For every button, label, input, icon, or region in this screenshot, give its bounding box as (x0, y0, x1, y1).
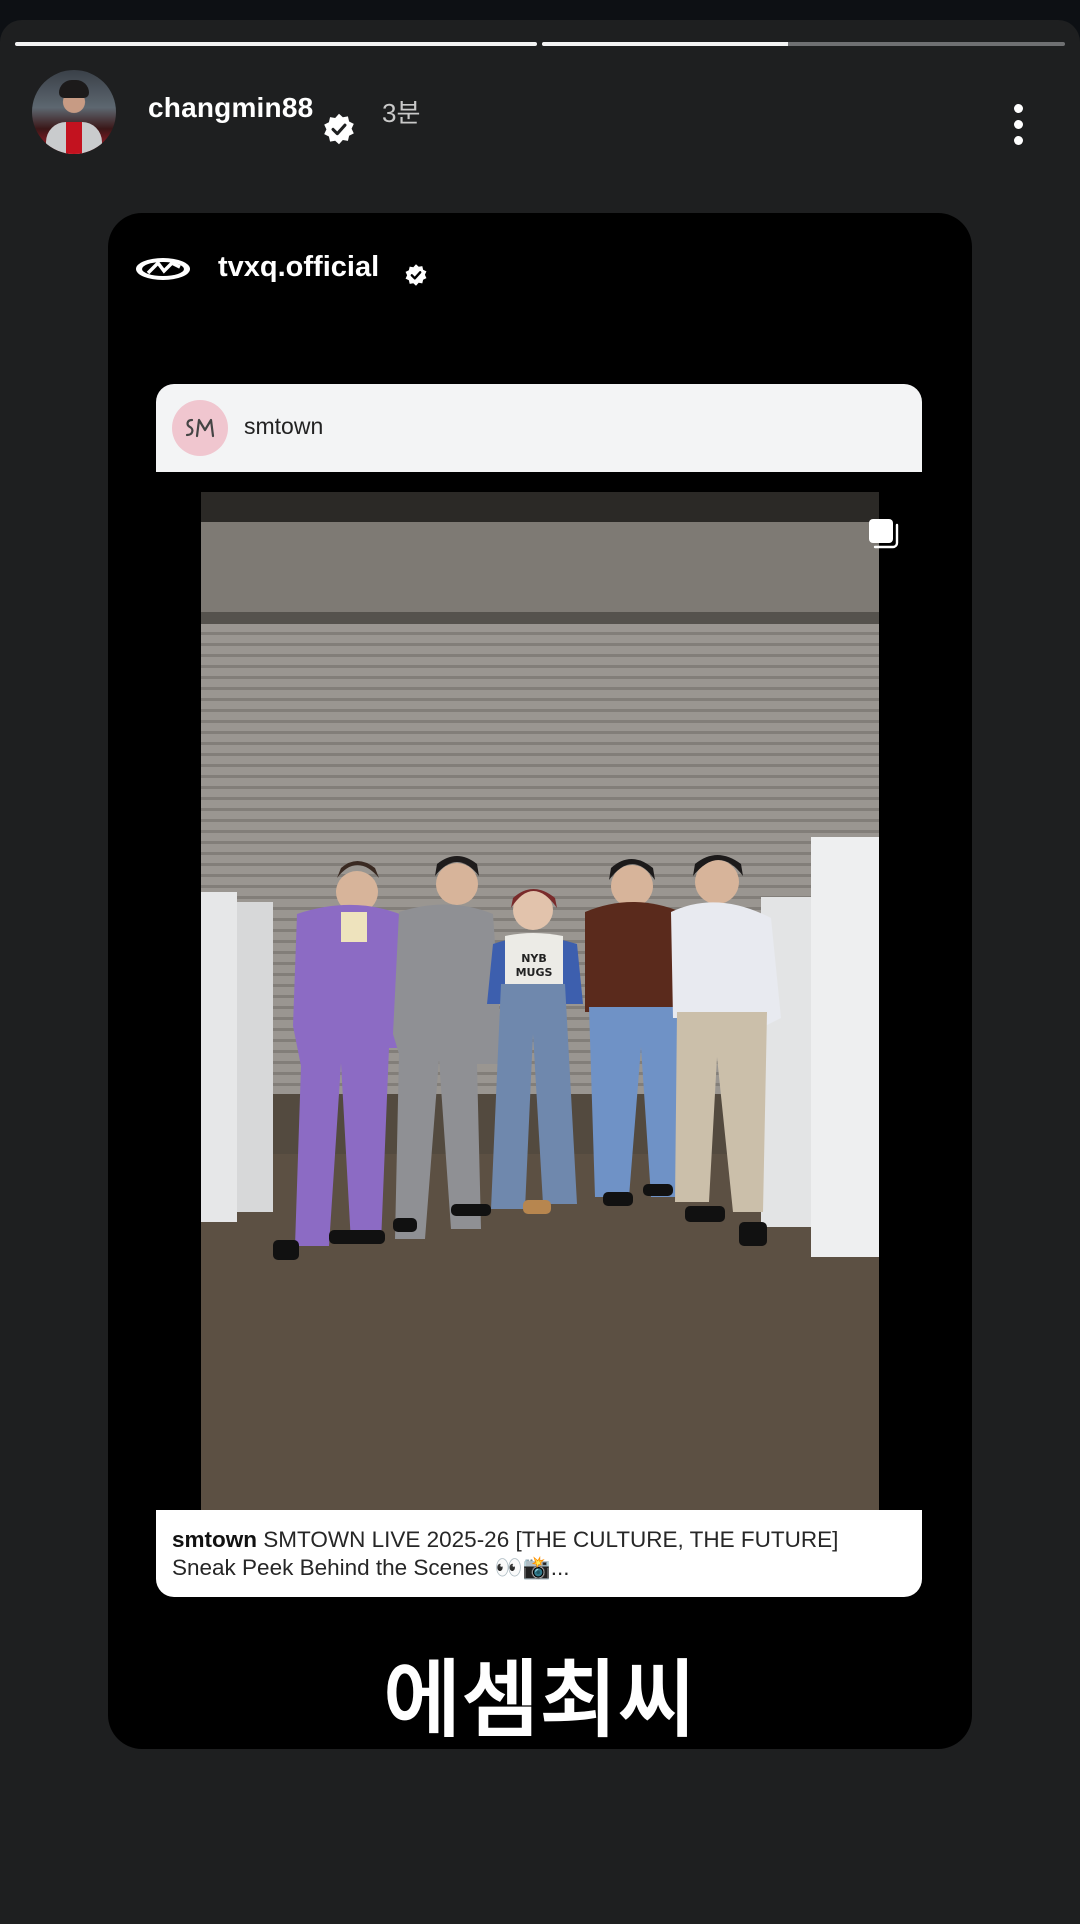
shirt-text: NYB (521, 952, 547, 965)
story-progress-bar-2 (542, 42, 1065, 46)
shared-card-username[interactable]: tvxq.official (218, 251, 379, 284)
tvxq-logo-icon (136, 258, 190, 280)
embedded-post-caption[interactable]: smtown SMTOWN LIVE 2025-26 [THE CULTURE,… (156, 1510, 922, 1597)
story-overlay-text: 에셈최씨 (383, 1651, 697, 1749)
story-time: 3분 (382, 98, 421, 128)
embedded-post-header[interactable]: smtown (156, 384, 922, 472)
user-avatar[interactable] (32, 70, 116, 154)
caption-username: smtown (172, 1527, 258, 1552)
story-progress-bar-1 (15, 42, 537, 46)
more-options-icon[interactable] (1004, 104, 1032, 154)
verified-badge-icon (324, 113, 354, 145)
shared-post-card[interactable]: tvxq.official smtown NYB MUGS smtown SMT… (108, 213, 972, 1749)
story-username[interactable]: changmin88 (148, 92, 313, 124)
smtown-logo-icon (185, 418, 215, 438)
shared-verified-badge-icon (405, 264, 427, 286)
smtown-avatar[interactable] (172, 400, 228, 456)
group-photo[interactable]: NYB MUGS (201, 492, 879, 1510)
multiple-photos-icon (869, 519, 899, 549)
svg-text:MUGS: MUGS (516, 966, 553, 979)
embedded-post-username[interactable]: smtown (244, 413, 323, 440)
story-viewer[interactable]: changmin88 3분 tvxq.official smtown NYB M… (0, 20, 1080, 1924)
caption-text: SMTOWN LIVE 2025-26 [THE CULTURE, THE FU… (172, 1527, 839, 1580)
